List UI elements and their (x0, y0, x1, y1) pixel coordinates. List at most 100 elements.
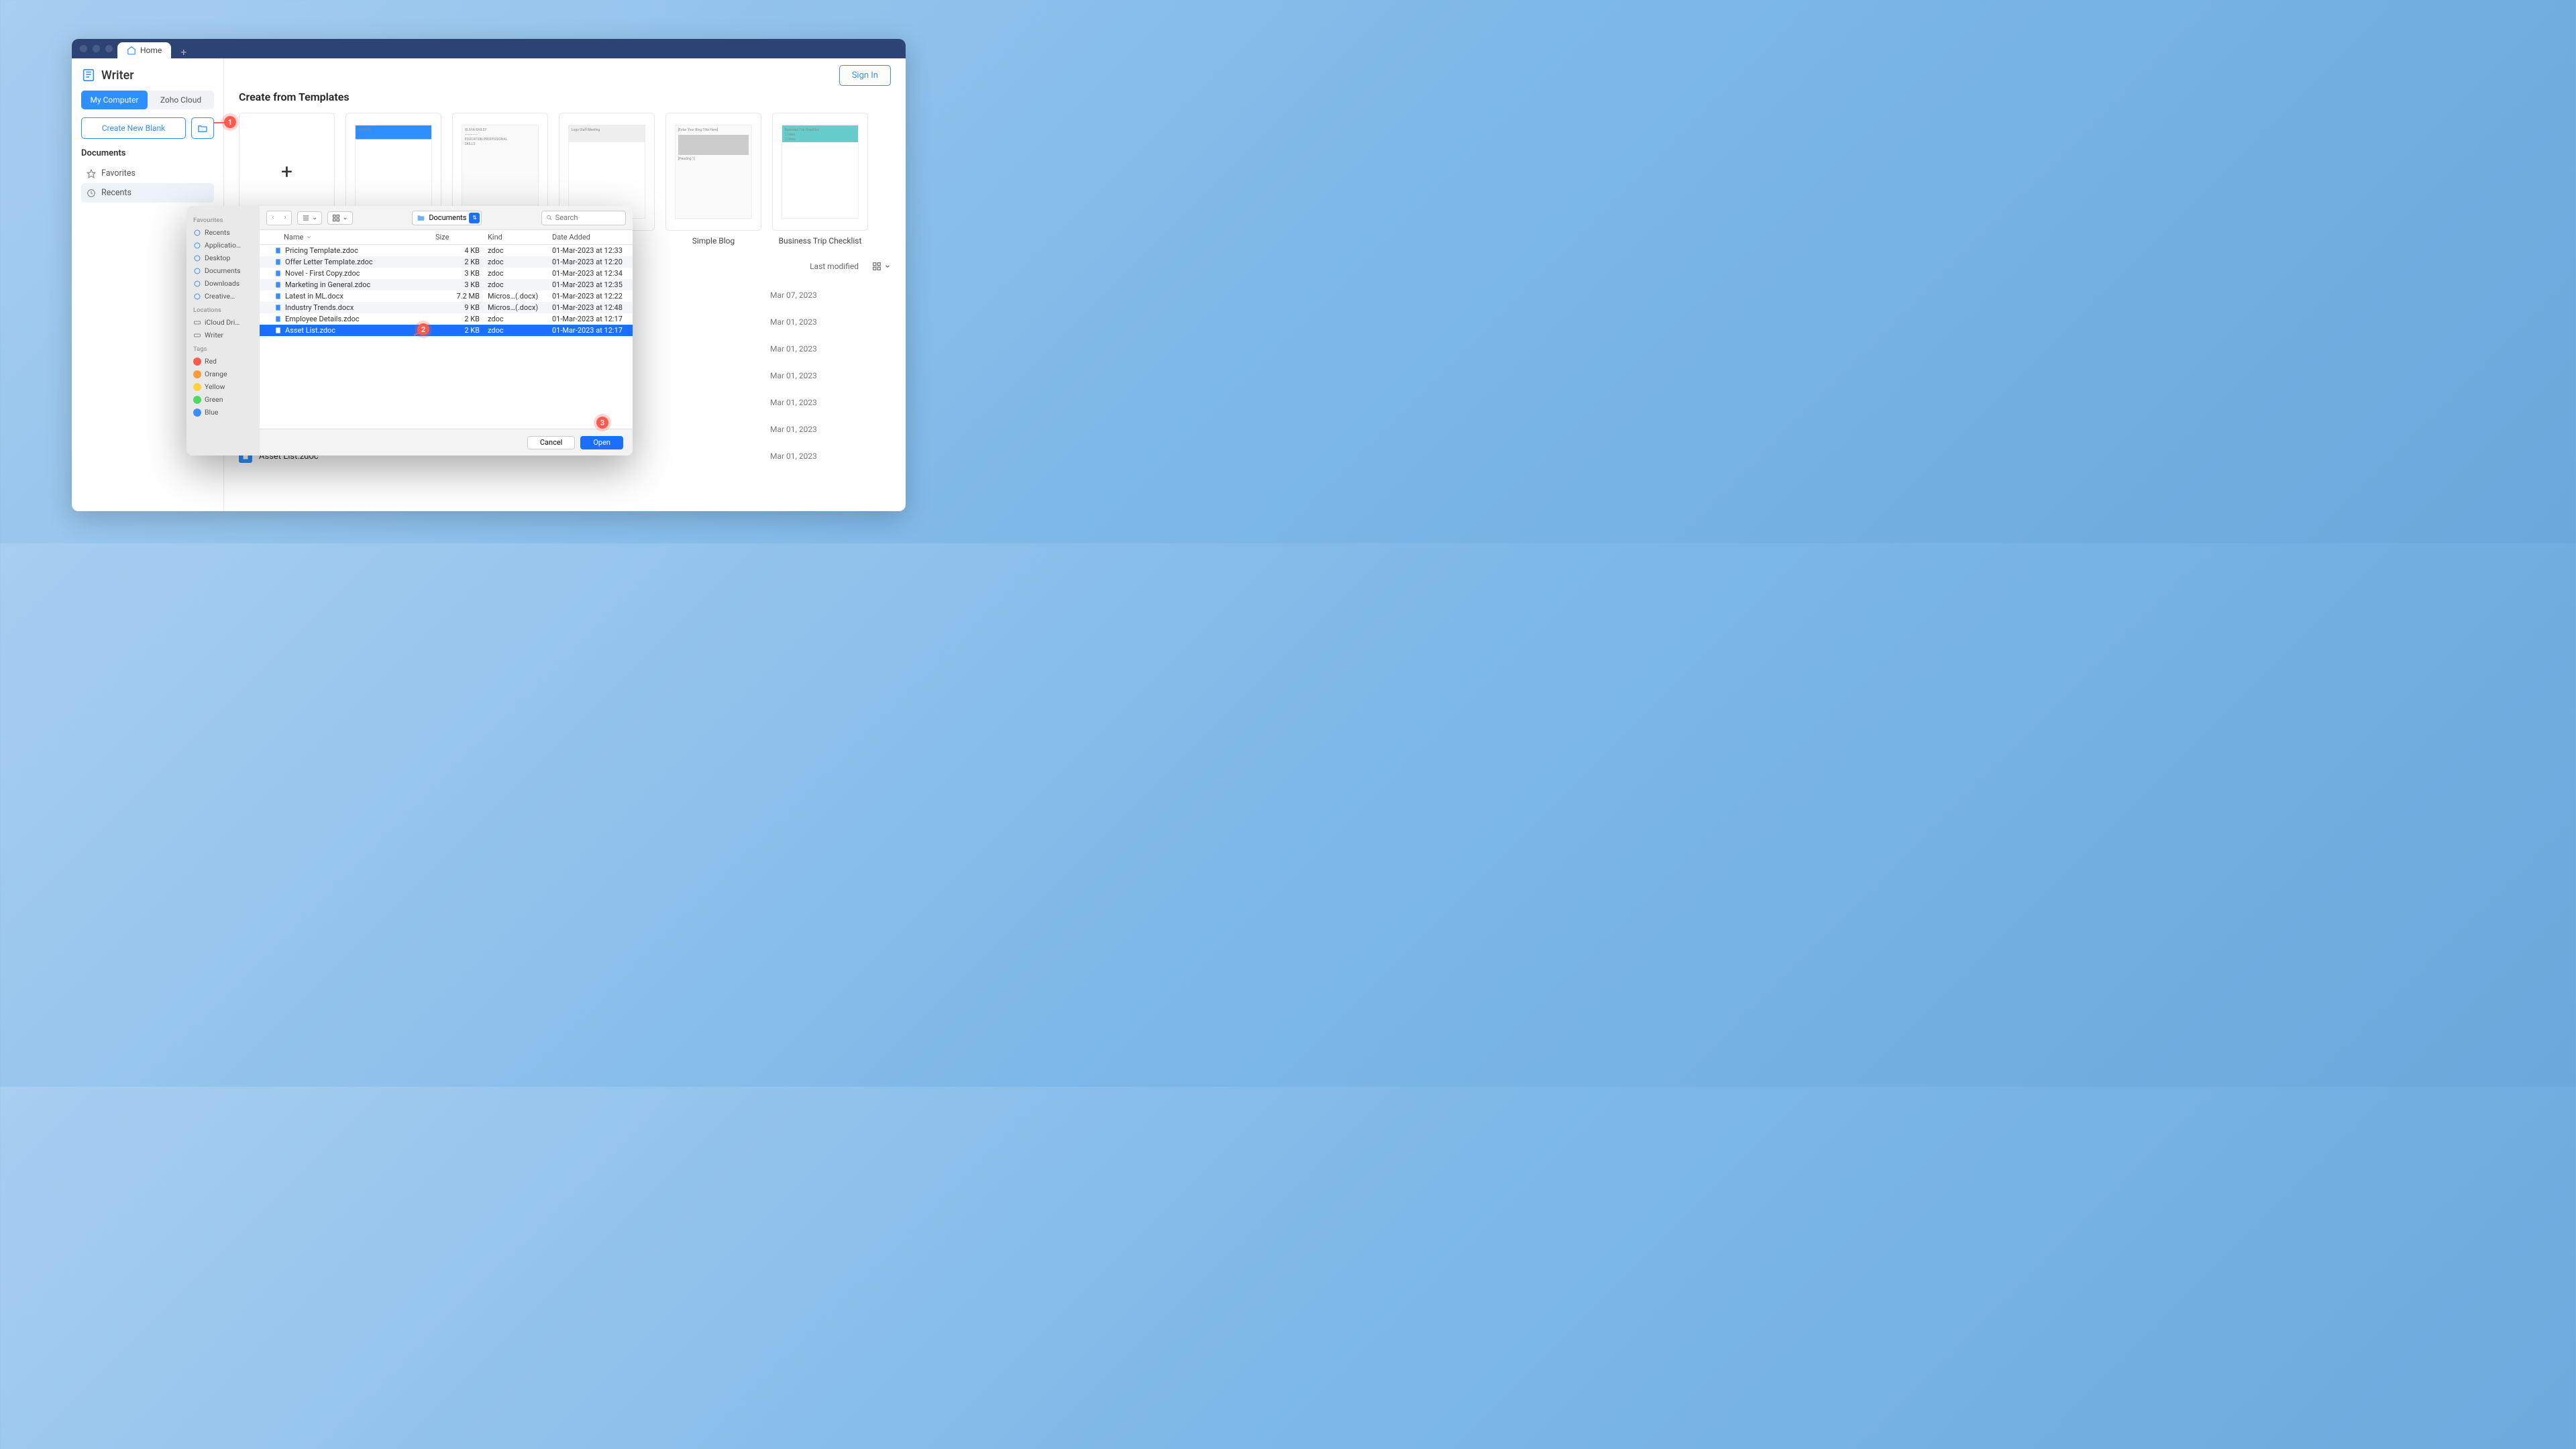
file-icon (273, 315, 282, 324)
template-trip-checklist[interactable]: Business Trip Checklist☐ item☐ item (772, 113, 868, 231)
drive-icon (193, 319, 201, 327)
file-list: Pricing Template.zdoc4 KBzdoc01-Mar-2023… (260, 245, 633, 429)
list-view-button[interactable]: ⌄ (297, 211, 322, 225)
sign-in-button[interactable]: Sign In (839, 65, 891, 86)
folder-open-icon (197, 123, 208, 133)
storage-segmented: My Computer Zoho Cloud (81, 91, 214, 109)
documents-heading: Documents (81, 148, 214, 158)
column-headers: Name Size Kind Date Added (260, 230, 633, 245)
drive-icon (193, 331, 201, 339)
callout-1: 1 (224, 116, 236, 128)
tag-dot-icon (193, 409, 201, 417)
dlg-side-item[interactable]: Downloads (192, 277, 254, 290)
folder-icon (193, 267, 201, 275)
cancel-button[interactable]: Cancel (527, 436, 575, 449)
seg-my-computer[interactable]: My Computer (81, 91, 148, 109)
dialog-sidebar: Favourites RecentsApplicatio…DesktopDocu… (186, 206, 260, 455)
open-file-dialog: Favourites RecentsApplicatio…DesktopDocu… (186, 206, 633, 455)
dlg-tag-item[interactable]: Red (192, 355, 254, 368)
dlg-tag-item[interactable]: Blue (192, 406, 254, 419)
search-icon (546, 214, 553, 221)
tag-dot-icon (193, 383, 201, 391)
traffic-lights[interactable] (80, 45, 113, 52)
desktop-icon (193, 254, 201, 262)
titlebar: Home + (72, 39, 906, 58)
folder-icon (417, 213, 425, 222)
file-row[interactable]: Marketing in General.zdoc3 KBzdoc01-Mar-… (260, 279, 633, 290)
view-toggle[interactable] (872, 262, 891, 271)
clock-icon (193, 229, 201, 237)
create-new-blank-button[interactable]: Create New Blank (81, 117, 186, 139)
seg-zoho-cloud[interactable]: Zoho Cloud (148, 91, 214, 109)
star-icon (87, 169, 96, 178)
template-label: Business Trip Checklist (779, 236, 862, 246)
file-icon (273, 280, 282, 290)
dlg-side-item[interactable]: Documents (192, 264, 254, 277)
open-button[interactable]: Open (580, 436, 623, 449)
location-dropdown[interactable]: Documents ⇅ (412, 211, 482, 225)
tab-home[interactable]: Home (117, 42, 171, 58)
search-field[interactable] (541, 211, 626, 225)
grid-icon (872, 262, 881, 271)
dlg-tag-item[interactable]: Green (192, 393, 254, 406)
file-icon (273, 258, 282, 267)
template-simple-blog[interactable]: [Enter Your Blog Title Here][Heading 1] (665, 113, 761, 231)
callout-2: 2 (417, 323, 429, 335)
dlg-side-item[interactable]: Applicatio… (192, 239, 254, 252)
app-icon (193, 241, 201, 250)
file-row[interactable]: Latest in ML.docx7.2 MBMicros…(.docx)01-… (260, 290, 633, 302)
tag-dot-icon (193, 358, 201, 366)
file-row[interactable]: Asset List.zdoc2 KBzdoc01-Mar-2023 at 12… (260, 325, 633, 336)
tag-dot-icon (193, 370, 201, 378)
nav-forward-button[interactable]: › (279, 211, 291, 225)
open-folder-button[interactable] (191, 117, 214, 139)
dialog-footer: Cancel Open (260, 429, 633, 455)
file-icon (273, 326, 282, 335)
nav-back-button[interactable]: ‹ (267, 211, 279, 225)
file-row[interactable]: Pricing Template.zdoc4 KBzdoc01-Mar-2023… (260, 245, 633, 256)
tab-label: Home (140, 46, 162, 55)
col-kind[interactable]: Kind (488, 233, 552, 241)
file-row[interactable]: Industry Trends.docx9 KBMicros…(.docx)01… (260, 302, 633, 313)
download-icon (193, 280, 201, 288)
chevron-down-icon: ⌄ (342, 214, 347, 221)
col-name[interactable]: Name (284, 233, 435, 241)
templates-heading: Create from Templates (239, 91, 891, 103)
creative-icon (193, 292, 201, 301)
sort-icon (306, 234, 312, 240)
file-row[interactable]: Offer Letter Template.zdoc2 KBzdoc01-Mar… (260, 256, 633, 268)
new-tab-button[interactable]: + (176, 46, 191, 58)
file-icon (273, 269, 282, 278)
list-icon (302, 214, 310, 222)
file-icon (273, 246, 282, 256)
dlg-side-item[interactable]: iCloud Dri… (192, 316, 254, 329)
home-icon (127, 46, 136, 55)
updown-icon: ⇅ (469, 213, 480, 223)
grid-icon (332, 214, 340, 222)
search-input[interactable] (555, 213, 621, 222)
clock-icon (87, 189, 96, 198)
dlg-side-item[interactable]: Desktop (192, 252, 254, 264)
callout-3: 3 (596, 417, 608, 429)
dialog-toolbar: ‹ › ⌄ ⌄ Documents ⇅ (260, 206, 633, 230)
dlg-side-item[interactable]: Creative… (192, 290, 254, 303)
template-label: Simple Blog (692, 236, 735, 246)
chevron-down-icon: ⌄ (312, 214, 317, 221)
chevron-down-icon (884, 263, 891, 270)
dlg-side-item[interactable]: Recents (192, 226, 254, 239)
file-icon (273, 303, 282, 313)
file-row[interactable]: Novel - First Copy.zdoc3 KBzdoc01-Mar-20… (260, 268, 633, 279)
col-size[interactable]: Size (435, 233, 488, 241)
sidebar-item-recents[interactable]: Recents (81, 183, 214, 203)
file-icon (273, 292, 282, 301)
grid-view-button[interactable]: ⌄ (327, 211, 352, 225)
file-row[interactable]: Employee Details.zdoc2 KBzdoc01-Mar-2023… (260, 313, 633, 325)
nav-arrows: ‹ › (266, 211, 292, 225)
dlg-tag-item[interactable]: Yellow (192, 380, 254, 393)
col-date[interactable]: Date Added (552, 233, 626, 241)
dlg-tag-item[interactable]: Orange (192, 368, 254, 380)
last-modified-header: Last modified (810, 262, 859, 271)
sidebar-item-favorites[interactable]: Favorites (81, 164, 214, 183)
dlg-side-item[interactable]: Writer (192, 329, 254, 341)
writer-app-icon (81, 68, 96, 83)
